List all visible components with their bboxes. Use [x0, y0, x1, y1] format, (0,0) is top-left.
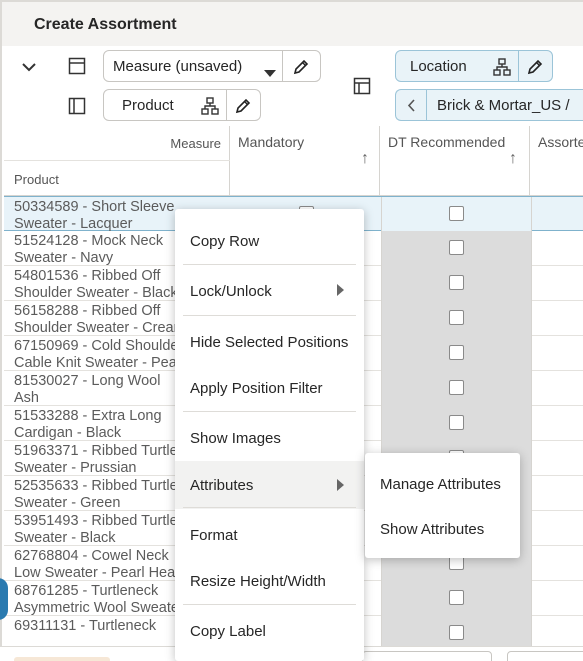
menu-item-label: Format	[190, 526, 238, 544]
dt-recommended-cell	[382, 266, 532, 301]
menu-item-copy-row[interactable]: Copy Row	[175, 221, 364, 261]
menu-item-show-images[interactable]: Show Images	[175, 418, 364, 458]
dt-recommended-cell	[382, 231, 532, 266]
sort-up-icon[interactable]: ↑	[361, 150, 369, 168]
menu-item-label: Lock/Unlock	[190, 282, 272, 300]
chevron-down-icon[interactable]	[16, 56, 42, 78]
pencil-icon[interactable]	[524, 56, 546, 78]
menu-item-label: Resize Height/Width	[190, 572, 326, 590]
dt-recommended-checkbox[interactable]	[449, 240, 464, 255]
location-label: Location	[410, 57, 467, 75]
measure-header: Measure	[170, 136, 221, 151]
menu-item-lock-unlock[interactable]: Lock/Unlock	[175, 271, 364, 311]
menu-item-apply-position-filter[interactable]: Apply Position Filter	[175, 368, 364, 408]
submenu-item-label: Show Attributes	[380, 520, 485, 538]
dt-recommended-checkbox[interactable]	[449, 380, 464, 395]
layout-icon[interactable]	[65, 54, 89, 78]
status-strip	[14, 657, 110, 661]
panel-icon[interactable]	[65, 94, 89, 118]
menu-item-label: Copy Row	[190, 232, 260, 250]
menu-item-hide-selected-positions[interactable]: Hide Selected Positions	[175, 322, 364, 362]
product-label: Product	[122, 96, 174, 114]
menu-item-copy-label[interactable]: Copy Label	[175, 611, 364, 651]
caret-down-icon	[264, 64, 276, 81]
submenu-item-show-attributes[interactable]: Show Attributes	[365, 509, 520, 549]
pencil-icon[interactable]	[232, 95, 254, 117]
dt-recommended-cell	[382, 197, 532, 232]
window-title: Create Assortment	[34, 16, 177, 33]
sort-up-icon[interactable]: ↑	[509, 150, 517, 168]
column-header-label: Mandatory	[238, 134, 305, 150]
hierarchy-icon[interactable]	[493, 58, 511, 80]
product-dimension-pill[interactable]: Product	[103, 89, 261, 121]
dt-recommended-cell	[382, 336, 532, 371]
row-header-corner: Measure Product	[4, 126, 230, 196]
menu-item-label: Hide Selected Positions	[190, 333, 349, 351]
dt-recommended-cell	[382, 406, 532, 441]
location-breadcrumb[interactable]: Brick & Mortar_US /	[395, 89, 583, 121]
measure-dropdown[interactable]: Measure (unsaved)	[103, 50, 321, 82]
submenu-item-manage-attributes[interactable]: Manage Attributes	[365, 464, 520, 504]
dt-recommended-cell	[382, 581, 532, 616]
column-header-label: DT Recommended	[388, 134, 506, 150]
footer-button[interactable]	[507, 651, 583, 661]
pencil-icon[interactable]	[290, 56, 312, 78]
dt-recommended-cell	[382, 371, 532, 406]
menu-item-format[interactable]: Format	[175, 515, 364, 555]
column-header-dt-recommended[interactable]: DT Recommended ↑	[380, 126, 530, 196]
dt-recommended-checkbox[interactable]	[449, 275, 464, 290]
dt-recommended-checkbox[interactable]	[449, 310, 464, 325]
footer-button[interactable]	[362, 651, 492, 661]
menu-item-label: Copy Label	[190, 622, 266, 640]
submenu-item-label: Manage Attributes	[380, 475, 501, 493]
dt-recommended-checkbox[interactable]	[449, 590, 464, 605]
pivot-icon[interactable]	[350, 74, 374, 98]
dt-recommended-checkbox[interactable]	[449, 415, 464, 430]
menu-item-resize-height-width[interactable]: Resize Height/Width	[175, 561, 364, 601]
attributes-submenu: Manage Attributes Show Attributes	[365, 453, 520, 558]
location-dimension-pill[interactable]: Location	[395, 50, 553, 82]
column-header-mandatory[interactable]: Mandatory ↑	[230, 126, 380, 196]
layout-toolbar: Measure (unsaved) Product Location Brick…	[0, 46, 583, 126]
hierarchy-icon[interactable]	[201, 97, 219, 119]
dt-recommended-checkbox[interactable]	[449, 625, 464, 640]
measure-dropdown-label: Measure (unsaved)	[113, 57, 243, 75]
menu-item-label: Attributes	[190, 476, 254, 494]
column-header-label: Assorted	[538, 134, 583, 150]
chevron-left-icon[interactable]	[407, 99, 415, 116]
menu-item-attributes[interactable]: Attributes	[175, 461, 364, 509]
dt-recommended-cell	[382, 301, 532, 336]
title-bar: Create Assortment	[0, 0, 583, 46]
dt-recommended-cell	[382, 616, 532, 646]
product-header: Product	[14, 172, 59, 187]
menu-item-label: Show Images	[190, 429, 281, 447]
create-assortment-window: Create Assortment Measure (unsaved) Prod…	[0, 0, 583, 661]
column-header-assorted[interactable]: Assorted	[530, 126, 583, 196]
breadcrumb-value: Brick & Mortar_US /	[437, 97, 570, 114]
dt-recommended-checkbox[interactable]	[449, 345, 464, 360]
menu-item-label: Apply Position Filter	[190, 379, 323, 397]
submenu-arrow-icon	[337, 284, 344, 296]
context-menu: Copy Row Lock/Unlock Hide Selected Posit…	[175, 209, 364, 661]
submenu-arrow-icon	[337, 479, 344, 491]
dt-recommended-checkbox[interactable]	[449, 206, 464, 221]
side-panel-toggle[interactable]	[0, 578, 8, 620]
